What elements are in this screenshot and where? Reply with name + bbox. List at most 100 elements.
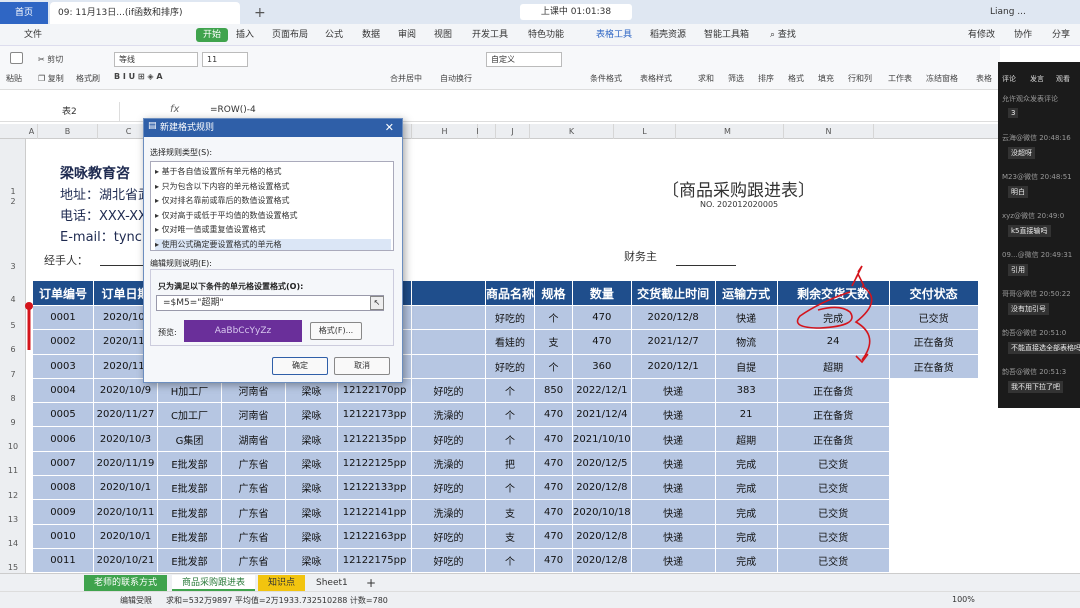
table-header-cell[interactable]: 交货截止时间: [630, 280, 716, 306]
table-cell[interactable]: 已交货: [776, 547, 890, 574]
table-cell[interactable]: 快递: [630, 547, 716, 574]
menu-developer[interactable]: 开发工具: [472, 28, 508, 42]
column-header[interactable]: N: [784, 124, 874, 139]
table-cell[interactable]: 0007: [32, 450, 94, 477]
row-header[interactable]: 9: [0, 418, 26, 427]
rule-type-item[interactable]: ▸ 仅对唯一值或重复值设置格式: [155, 224, 266, 235]
menu-features[interactable]: 特色功能: [528, 28, 564, 42]
format-button[interactable]: 格式(F)...: [310, 322, 362, 340]
tab-document[interactable]: 09: 11月13日...(if函数和排序): [50, 2, 240, 24]
row-header[interactable]: 14: [0, 539, 26, 548]
table-cell[interactable]: 快递: [630, 475, 716, 501]
column-header[interactable]: A: [26, 124, 38, 139]
table-cell[interactable]: 2020/10/1: [93, 523, 158, 549]
table-cell[interactable]: 好吃的: [484, 304, 536, 331]
condition-formula-input[interactable]: =$M5="超期": [156, 295, 384, 311]
table-cell[interactable]: 个: [484, 475, 536, 501]
add-sheet-icon[interactable]: +: [356, 575, 386, 591]
close-icon[interactable]: ✕: [385, 119, 394, 137]
table-cell[interactable]: 好吃的: [411, 377, 486, 404]
table-cell[interactable]: 12122173pp: [337, 402, 412, 428]
table-cell[interactable]: 快递: [630, 402, 716, 428]
table-cell[interactable]: E批发部: [157, 547, 222, 574]
table-cell[interactable]: 2020/10/3: [93, 426, 158, 452]
live-session-indicator[interactable]: 上课中 01:01:38: [520, 4, 632, 20]
table-style-button[interactable]: 表格样式: [640, 73, 672, 84]
table-cell[interactable]: 完成: [776, 304, 890, 331]
menu-view[interactable]: 视图: [434, 28, 452, 42]
table-cell[interactable]: 好吃的: [411, 475, 486, 501]
wrap-text-button[interactable]: 自动换行: [440, 73, 472, 84]
cancel-button[interactable]: 取消: [334, 357, 390, 375]
table-cell[interactable]: 21: [714, 402, 778, 428]
table-cell[interactable]: 0008: [32, 475, 94, 501]
row-header[interactable]: 1: [0, 187, 26, 196]
row-col-button[interactable]: 行和列: [848, 73, 872, 84]
table-cell[interactable]: 洗澡的: [411, 499, 486, 525]
table-cell[interactable]: 12122135pp: [337, 426, 412, 452]
copy-button[interactable]: ❐ 复制: [38, 73, 64, 84]
row-header[interactable]: 15: [0, 563, 26, 572]
table-cell[interactable]: 梁咏: [285, 450, 338, 477]
fx-icon[interactable]: fx: [170, 104, 179, 115]
menu-formula[interactable]: 公式: [325, 28, 343, 42]
table-cell[interactable]: 2020/10/1: [93, 475, 158, 501]
table-cell[interactable]: 快递: [630, 426, 716, 452]
table-cell[interactable]: 0006: [32, 426, 94, 452]
table-cell[interactable]: 好吃的: [411, 523, 486, 549]
sheet-tab-purchase[interactable]: 商品采购跟进表: [172, 575, 256, 591]
tab-home[interactable]: 首页: [0, 2, 48, 24]
menu-insert[interactable]: 插入: [236, 28, 254, 42]
table-cell[interactable]: 个: [484, 402, 536, 428]
table-cell[interactable]: 洗澡的: [411, 450, 486, 477]
table-cell[interactable]: 正在备货: [776, 426, 890, 452]
table-cell[interactable]: 自提: [714, 353, 778, 379]
row-header[interactable]: 8: [0, 394, 26, 403]
number-format-select[interactable]: 自定义: [486, 52, 562, 67]
row-header[interactable]: 3: [0, 262, 26, 271]
table-cell[interactable]: 完成: [714, 523, 778, 549]
table-cell[interactable]: 2020/12/8: [630, 304, 716, 331]
table-cell[interactable]: 快递: [630, 377, 716, 404]
table-cell[interactable]: 0003: [32, 353, 94, 379]
menu-review[interactable]: 审阅: [398, 28, 416, 42]
formula-input[interactable]: =ROW()-4: [210, 105, 256, 115]
range-picker-icon[interactable]: ↖: [370, 296, 384, 310]
table-cell[interactable]: 0011: [32, 547, 94, 574]
menu-search[interactable]: ⌕ 查找: [770, 28, 796, 42]
table-cell[interactable]: 正在备货: [776, 402, 890, 428]
sum-button[interactable]: 求和: [698, 73, 714, 84]
table-header-cell[interactable]: 规格: [534, 280, 574, 306]
table-cell[interactable]: C加工厂: [157, 402, 222, 428]
table-cell[interactable]: 广东省: [221, 547, 286, 574]
table-cell[interactable]: 已交货: [776, 475, 890, 501]
table-cell[interactable]: 0009: [32, 499, 94, 525]
table-cell[interactable]: 470: [534, 523, 574, 549]
menu-smart-tools[interactable]: 智能工具箱: [704, 28, 749, 42]
table-cell[interactable]: 2020/10/11: [93, 499, 158, 525]
table-cell[interactable]: 24: [776, 329, 890, 355]
row-header[interactable]: 12: [0, 491, 26, 500]
table-cell[interactable]: E批发部: [157, 475, 222, 501]
row-header[interactable]: 10: [0, 442, 26, 451]
table-header-cell[interactable]: 交付状态: [888, 280, 979, 306]
table-cell[interactable]: 2020/12/5: [572, 450, 632, 477]
column-header[interactable]: K: [530, 124, 614, 139]
sort-button[interactable]: 排序: [758, 73, 774, 84]
table-cell[interactable]: 2021/12/4: [572, 402, 632, 428]
table-cell[interactable]: 支: [484, 499, 536, 525]
table-cell[interactable]: 850: [534, 377, 574, 404]
menu-share[interactable]: 分享: [1052, 28, 1070, 42]
table-cell[interactable]: 0002: [32, 329, 94, 355]
table-cell[interactable]: 470: [572, 329, 632, 355]
table-cell[interactable]: 好吃的: [411, 547, 486, 574]
column-header[interactable]: L: [614, 124, 676, 139]
table-cell[interactable]: 梁咏: [285, 523, 338, 549]
row-header[interactable]: 6: [0, 345, 26, 354]
table-cell[interactable]: 梁咏: [285, 402, 338, 428]
sheet-tab-sheet1[interactable]: Sheet1: [306, 575, 358, 591]
rule-type-item[interactable]: ▸ 仅对排名靠前或靠后的数值设置格式: [155, 195, 290, 206]
table-cell[interactable]: 12122175pp: [337, 547, 412, 574]
table-cell[interactable]: 快递: [714, 304, 778, 331]
table-cell[interactable]: 完成: [714, 475, 778, 501]
